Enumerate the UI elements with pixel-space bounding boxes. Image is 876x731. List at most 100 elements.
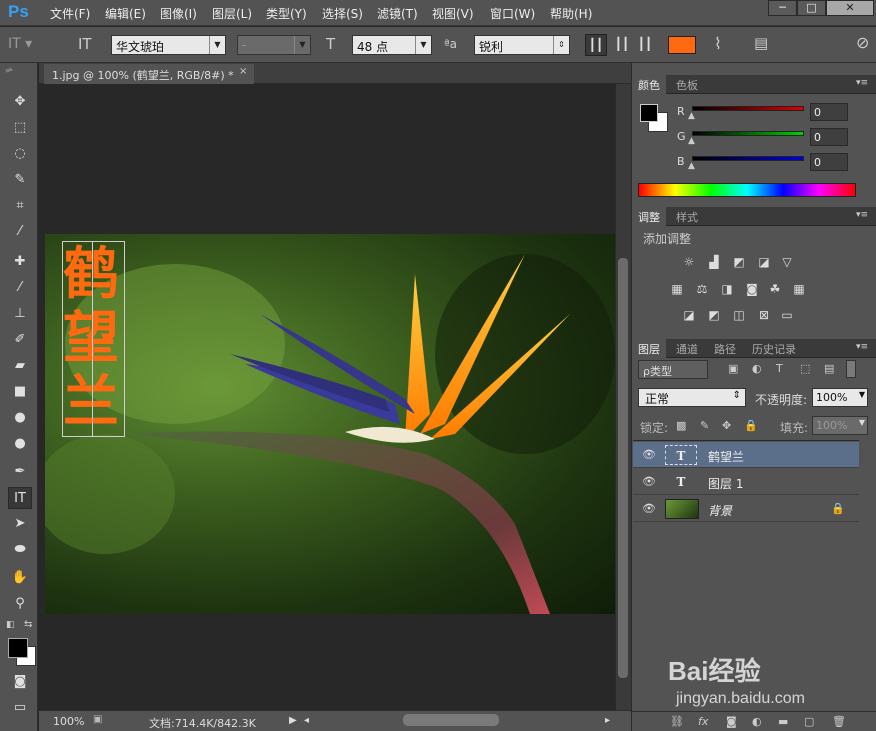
lasso-tool-icon[interactable]: ◌: [8, 143, 32, 165]
scroll-right-icon[interactable]: ▸: [605, 715, 610, 726]
brush-tool-icon[interactable]: ⁄: [8, 277, 32, 299]
document-tab[interactable]: 1.jpg @ 100% (鹤望兰, RGB/8#) *: [44, 64, 254, 84]
layer-name[interactable]: 鹤望兰: [708, 448, 744, 465]
invert-icon[interactable]: ◪: [680, 307, 698, 323]
brightness-icon[interactable]: ☼: [680, 254, 698, 270]
horizontal-scroll-thumb[interactable]: [403, 714, 499, 726]
eye-icon[interactable]: 👁: [642, 502, 656, 515]
menu-file[interactable]: 文件(F): [50, 5, 90, 22]
vibrance-icon[interactable]: ▽: [778, 254, 796, 270]
channel-mixer-icon[interactable]: ☘: [766, 281, 784, 297]
menu-type[interactable]: 类型(Y): [266, 5, 307, 22]
menu-window[interactable]: 窗口(W): [490, 5, 535, 22]
character-panel-icon[interactable]: ▤: [754, 34, 768, 52]
move-tool-icon[interactable]: ✥: [8, 91, 32, 113]
healing-brush-icon[interactable]: ✚: [8, 251, 32, 273]
quick-select-icon[interactable]: ✎: [8, 169, 32, 191]
tool-preset-icon[interactable]: IT ▾: [8, 36, 32, 52]
close-window-button[interactable]: ✕: [826, 0, 874, 16]
slider-handle-icon[interactable]: ▲: [688, 161, 695, 171]
hue-saturation-icon[interactable]: ▦: [668, 281, 686, 297]
default-colors-icon[interactable]: ◧: [6, 620, 15, 630]
color-lookup-icon[interactable]: ▦: [790, 281, 808, 297]
stamp-tool-icon[interactable]: ⊥: [8, 303, 32, 325]
tab-channels[interactable]: 通道: [670, 339, 704, 358]
green-value[interactable]: 0: [810, 128, 848, 146]
screen-mode-icon[interactable]: ▭: [8, 697, 32, 719]
menu-filter[interactable]: 滤镜(T): [377, 5, 418, 22]
minimize-button[interactable]: ─: [768, 0, 797, 16]
slider-handle-icon[interactable]: ▲: [688, 111, 695, 121]
collapse-icon[interactable]: »: [5, 66, 10, 75]
hand-tool-icon[interactable]: ✋: [8, 567, 32, 589]
menu-layer[interactable]: 图层(L): [212, 5, 252, 22]
pen-tool-icon[interactable]: ✒: [8, 461, 32, 483]
zoom-level[interactable]: 100%: [53, 715, 84, 728]
blue-value[interactable]: 0: [810, 153, 848, 171]
tab-swatches[interactable]: 色板: [670, 75, 704, 94]
tab-color[interactable]: 颜色: [632, 75, 666, 94]
eye-icon[interactable]: 👁: [642, 448, 656, 461]
exposure-icon[interactable]: ◪: [755, 254, 773, 270]
tab-paths[interactable]: 路径: [708, 339, 742, 358]
gradient-map-icon[interactable]: ▭: [778, 307, 796, 323]
layer-filter-select[interactable]: ρ类型: [638, 360, 708, 379]
align-center-icon[interactable]: ┃┃: [611, 34, 633, 56]
document-image[interactable]: [35, 234, 615, 614]
zoom-tool-icon[interactable]: ⚲: [8, 593, 32, 615]
play-arrow-icon[interactable]: ▶: [289, 715, 297, 726]
ellipse-tool-icon[interactable]: ⬬: [8, 539, 32, 561]
posterize-icon[interactable]: ◩: [705, 307, 723, 323]
lock-position-icon[interactable]: ✥: [722, 419, 731, 432]
fill-input[interactable]: 100% ▼: [812, 416, 868, 435]
panel-menu-icon[interactable]: ▾≡: [856, 78, 868, 88]
blue-slider[interactable]: [692, 156, 804, 161]
tab-adjustments[interactable]: 调整: [632, 207, 666, 226]
red-slider[interactable]: [692, 106, 804, 111]
type-tool-icon[interactable]: IT: [8, 487, 32, 509]
eye-icon[interactable]: 👁: [642, 475, 656, 488]
filter-image-icon[interactable]: ▣: [728, 362, 738, 375]
font-size-select[interactable]: 48 点 ▼: [352, 35, 432, 55]
filter-type-icon[interactable]: T: [776, 362, 783, 375]
history-brush-icon[interactable]: ✐: [8, 329, 32, 351]
filter-adjust-icon[interactable]: ◐: [752, 362, 762, 375]
filter-shape-icon[interactable]: ⬚: [800, 362, 810, 375]
foreground-color-swatch[interactable]: [640, 104, 658, 122]
cancel-icon[interactable]: ⊘: [856, 33, 869, 52]
new-group-icon[interactable]: ▬: [778, 715, 788, 728]
tab-styles[interactable]: 样式: [670, 207, 704, 226]
menu-select[interactable]: 选择(S): [322, 5, 363, 22]
text-orientation-icon[interactable]: IT: [78, 35, 92, 53]
warp-text-icon[interactable]: ⌇: [714, 34, 722, 53]
text-color-swatch[interactable]: [668, 36, 696, 54]
menu-image[interactable]: 图像(I): [160, 5, 197, 22]
color-balance-icon[interactable]: ⚖: [693, 281, 711, 297]
layer-row[interactable]: 👁 背景 🔒: [633, 496, 859, 522]
red-value[interactable]: 0: [810, 103, 848, 121]
filter-toggle[interactable]: [846, 360, 856, 378]
black-white-icon[interactable]: ◨: [718, 281, 736, 297]
color-spectrum-bar[interactable]: [638, 183, 856, 197]
panel-menu-icon[interactable]: ▾≡: [856, 210, 868, 220]
close-tab-icon[interactable]: ×: [239, 66, 247, 77]
text-bounding-box[interactable]: 鹤 望 兰: [62, 241, 125, 437]
antialias-select[interactable]: 锐利 ⇕: [474, 35, 570, 55]
gradient-tool-icon[interactable]: ■: [8, 381, 32, 403]
layer-row[interactable]: 👁 T 图层 1: [633, 469, 859, 495]
add-mask-icon[interactable]: ◙: [726, 715, 737, 728]
panel-menu-icon[interactable]: ▾≡: [856, 342, 868, 352]
new-adjustment-icon[interactable]: ◐: [752, 715, 762, 728]
delete-layer-icon[interactable]: 🗑: [832, 715, 846, 728]
filter-smart-icon[interactable]: ▤: [824, 362, 834, 375]
path-select-icon[interactable]: ➤: [8, 513, 32, 535]
tab-layers[interactable]: 图层: [632, 339, 666, 358]
slider-handle-icon[interactable]: ▲: [688, 136, 695, 146]
opacity-input[interactable]: 100% ▼: [812, 388, 868, 407]
layer-name[interactable]: 背景: [708, 502, 732, 519]
quick-mask-icon[interactable]: ◙: [8, 671, 32, 693]
tab-history[interactable]: 历史记录: [746, 339, 802, 358]
layer-row[interactable]: 👁 T 鹤望兰: [633, 442, 859, 468]
eyedropper-icon[interactable]: ⁄: [8, 221, 32, 243]
marquee-tool-icon[interactable]: ⬚: [8, 117, 32, 139]
